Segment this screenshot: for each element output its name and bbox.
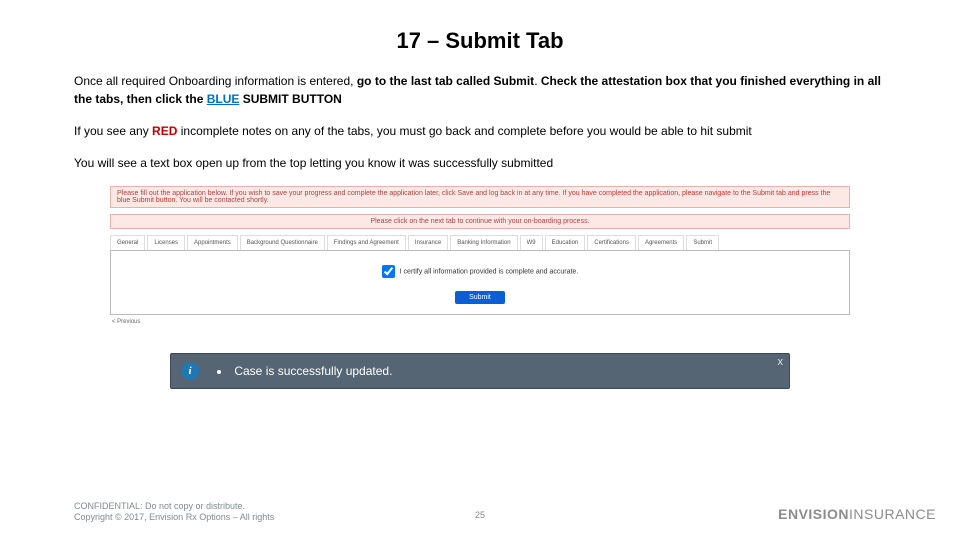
p1-bold1: go to the last tab called Submit (357, 74, 534, 88)
tab-background-questionnaire[interactable]: Background Questionnaire (240, 235, 325, 250)
attestation-row: I certify all information provided is co… (111, 265, 849, 278)
close-icon[interactable]: x (778, 356, 784, 368)
tab-certifications[interactable]: Certifications (587, 235, 636, 250)
brand-part-a: ENVISION (778, 506, 849, 522)
p2-post: incomplete notes on any of the tabs, you… (177, 124, 751, 138)
p1-bold3: SUBMIT BUTTON (239, 92, 341, 106)
p1-mid: . (534, 74, 541, 88)
previous-link[interactable]: < Previous (110, 315, 850, 325)
tab-strip: General Licenses Appointments Background… (110, 235, 850, 251)
footer-line-2: Copyright © 2017, Envision Rx Options – … (74, 512, 274, 524)
page-number: 25 (475, 510, 485, 520)
p2-pre: If you see any (74, 124, 152, 138)
tab-w9[interactable]: W9 (520, 235, 543, 250)
instruction-banner-2: Please click on the next tab to continue… (110, 214, 850, 229)
tab-education[interactable]: Education (545, 235, 586, 250)
p1-pre: Once all required Onboarding information… (74, 74, 357, 88)
info-icon: i (181, 362, 199, 380)
tab-findings-agreement[interactable]: Findings and Agreement (327, 235, 406, 250)
banner1-part-a: Please fill out the application below. I… (117, 190, 563, 197)
embedded-app-screenshot: Please fill out the application below. I… (110, 186, 850, 325)
brand-logo: ENVISIONINSURANCE (778, 506, 936, 522)
instruction-banner-1: Please fill out the application below. I… (110, 186, 850, 208)
banner1-part-c: You will be contacted shortly. (179, 197, 269, 204)
paragraph-2: If you see any RED incomplete notes on a… (74, 122, 886, 140)
submit-button[interactable]: Submit (455, 291, 505, 304)
footer-disclaimer: CONFIDENTIAL: Do not copy or distribute.… (74, 501, 274, 524)
tab-appointments[interactable]: Appointments (187, 235, 238, 250)
tab-submit[interactable]: Submit (686, 235, 719, 250)
toast-message: Case is successfully updated. (234, 364, 392, 378)
paragraph-3: You will see a text box open up from the… (74, 154, 886, 172)
submit-panel: I certify all information provided is co… (110, 251, 850, 315)
page-title: 17 – Submit Tab (74, 28, 886, 54)
footer-line-1: CONFIDENTIAL: Do not copy or distribute. (74, 501, 274, 513)
tab-agreements[interactable]: Agreements (638, 235, 684, 250)
p2-red: RED (152, 124, 177, 138)
attestation-checkbox[interactable] (382, 265, 395, 278)
tab-general[interactable]: General (110, 235, 145, 250)
tab-insurance[interactable]: Insurance (408, 235, 448, 250)
brand-part-b: INSURANCE (849, 506, 936, 522)
paragraph-1: Once all required Onboarding information… (74, 72, 886, 108)
attestation-label: I certify all information provided is co… (400, 268, 579, 275)
bullet-icon (217, 370, 221, 374)
p1-blue: BLUE (207, 92, 240, 106)
tab-licenses[interactable]: Licenses (147, 235, 185, 250)
tab-banking-information[interactable]: Banking Information (450, 235, 517, 250)
success-toast: i Case is successfully updated. x (170, 353, 790, 389)
